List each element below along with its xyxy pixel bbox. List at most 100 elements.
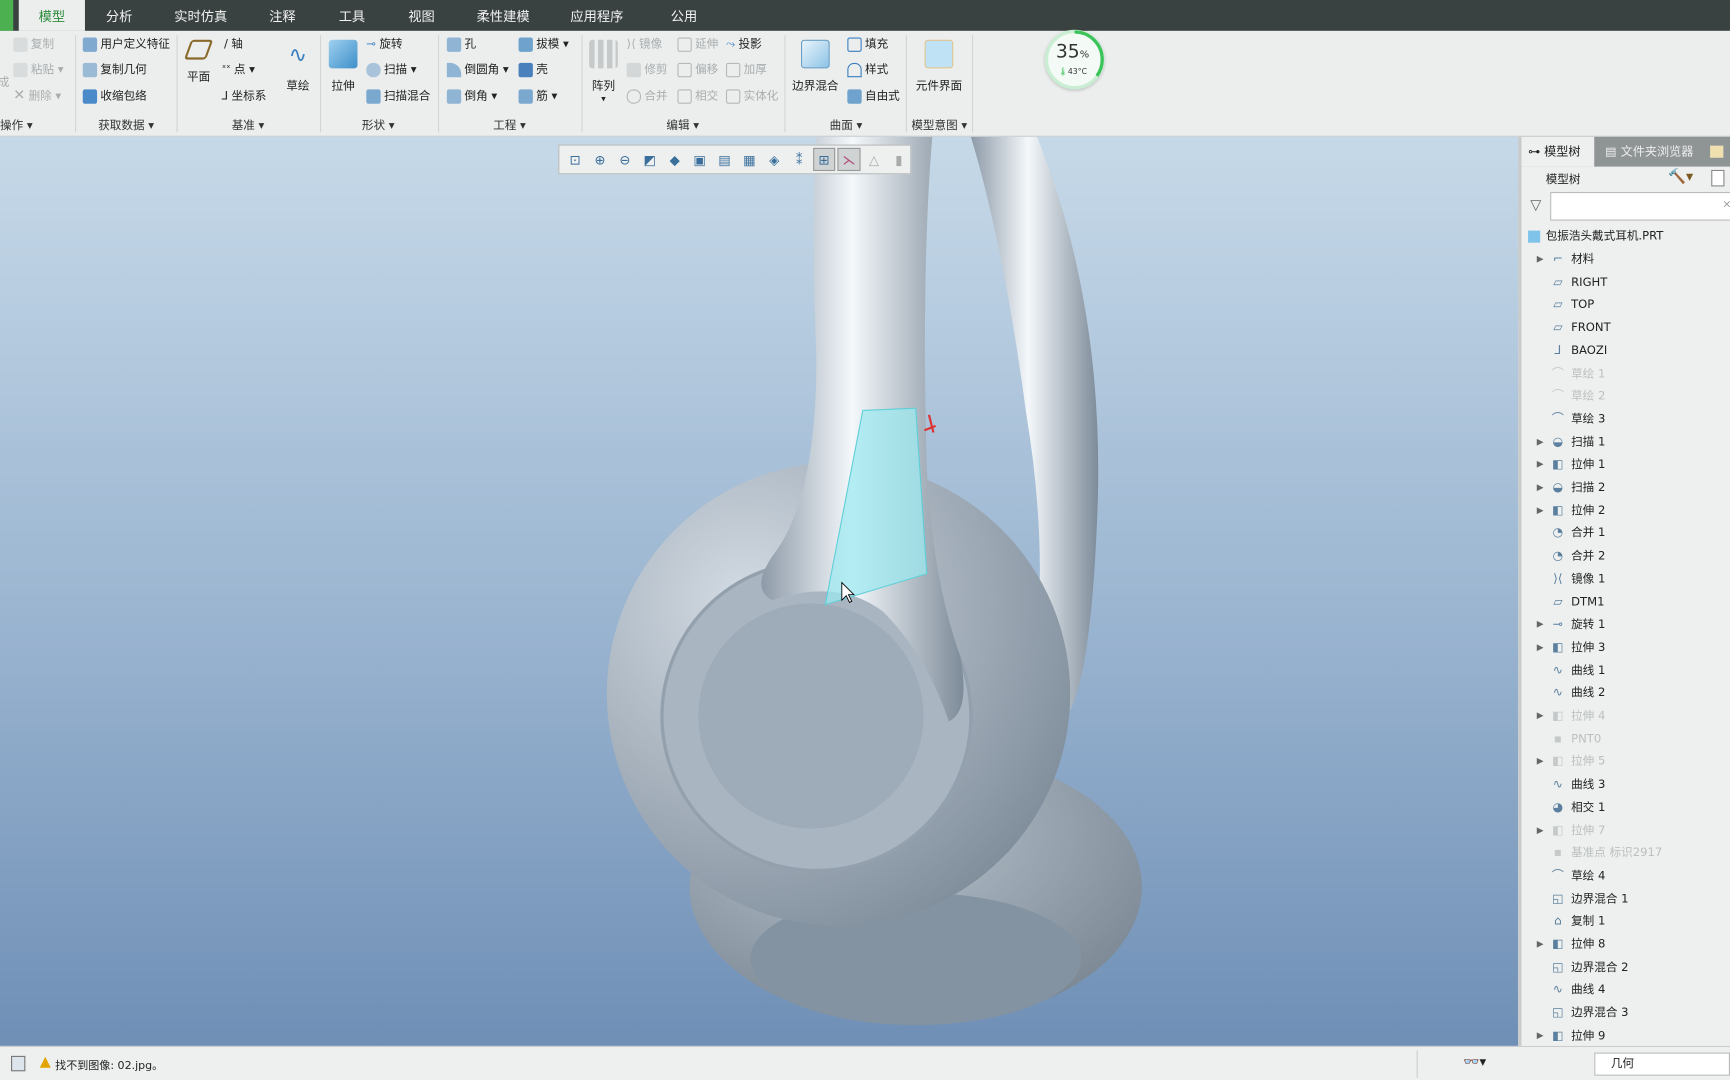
tree-item[interactable]: ⌒ 草绘 2 [1530, 385, 1606, 407]
udf-button[interactable]: 用户定义特征 [82, 33, 170, 55]
tree-item[interactable]: ▶ ⌐ 材料 [1530, 248, 1594, 270]
delete-button[interactable]: ✕ 删除 ▾ [13, 85, 61, 107]
project-button[interactable]: ⤳ 投影 [726, 33, 762, 55]
headphone-model[interactable] [0, 136, 1518, 1046]
tree-item[interactable]: ▪ 基准点 标识2917 [1530, 842, 1662, 864]
expand-arrow-icon[interactable]: ▶ [1530, 499, 1550, 521]
zoom-out-icon[interactable]: ⊖ [614, 148, 637, 171]
display-style-icon[interactable]: ◆ [663, 148, 686, 171]
tree-item[interactable]: ∿ 曲线 2 [1530, 682, 1606, 704]
tree-item[interactable]: ▶ ◧ 拉伸 5 [1530, 751, 1606, 773]
tree-item[interactable]: ▶ ◒ 扫描 2 [1530, 477, 1606, 499]
message-log-icon[interactable] [11, 1055, 26, 1072]
group-datum-label[interactable]: 基准 ▾ [232, 117, 265, 134]
shrinkwrap-button[interactable]: 收缩包络 [82, 85, 147, 107]
view-manager-icon[interactable]: ▤ [713, 148, 736, 171]
copy-button[interactable]: 复制 [13, 33, 54, 55]
shell-button[interactable]: 壳 [518, 58, 548, 80]
group-engineering-label[interactable]: 工程 ▾ [493, 117, 526, 134]
show-menu-icon[interactable] [1711, 169, 1725, 187]
copy-geometry-button[interactable]: 复制几何 [82, 58, 147, 80]
rib-button[interactable]: 筋 ▾ [518, 85, 557, 107]
spin-center-icon[interactable]: ⋋ [837, 147, 861, 172]
3d-viewport[interactable] [0, 136, 1519, 1046]
annotation-display-icon[interactable]: ⊞ [812, 147, 836, 172]
expand-arrow-icon[interactable]: ▶ [1530, 431, 1550, 453]
tree-item[interactable]: ▶ ⊸ 旋转 1 [1530, 614, 1606, 636]
tab-tools[interactable]: 工具 [330, 0, 374, 31]
tree-root[interactable]: 包振浩头戴式耳机.PRT [1528, 225, 1663, 247]
tree-item[interactable]: ▶ ◧ 拉伸 7 [1530, 819, 1606, 841]
draft-button[interactable]: 拔模 ▾ [518, 33, 569, 55]
tab-view[interactable]: 视图 [399, 0, 443, 31]
find-icon[interactable]: 👓▾ [1463, 1054, 1486, 1069]
round-button[interactable]: 倒圆角 ▾ [446, 58, 509, 80]
tree-item[interactable]: ⟩⟨ 镜像 1 [1530, 568, 1605, 590]
display-settings-icon[interactable]: ▮ [888, 148, 911, 171]
revolve-button[interactable]: ⊸ 旋转 [366, 33, 402, 55]
tree-item[interactable]: ▶ ◧ 拉伸 9 [1530, 1025, 1606, 1047]
intersect-button[interactable]: 相交 [677, 85, 718, 107]
tab-model-tree[interactable]: ⊶ 模型树 [1521, 136, 1595, 167]
expand-arrow-icon[interactable]: ▶ [1530, 751, 1550, 773]
tree-item[interactable]: ▶ ◧ 拉伸 4 [1530, 705, 1606, 727]
tree-item[interactable]: ⅃ BAOZI [1530, 340, 1607, 362]
tree-item[interactable]: ▶ ◒ 扫描 1 [1530, 431, 1606, 453]
selection-filter-dropdown[interactable]: 几何 [1594, 1052, 1730, 1076]
tab-applications[interactable]: 应用程序 [564, 0, 630, 31]
expand-arrow-icon[interactable]: ▶ [1530, 477, 1550, 499]
expand-arrow-icon[interactable]: ▶ [1530, 819, 1550, 841]
swept-blend-button[interactable]: 扫描混合 [366, 85, 430, 107]
thicken-button[interactable]: 加厚 [725, 58, 767, 80]
expand-arrow-icon[interactable]: ▶ [1530, 1025, 1550, 1047]
tree-item[interactable]: ⌂ 复制 1 [1530, 911, 1605, 933]
chamfer-button[interactable]: 倒角 ▾ [446, 85, 497, 107]
group-operations-label[interactable]: 操作 ▾ [0, 117, 33, 134]
tree-item[interactable]: ∿ 曲线 4 [1530, 979, 1606, 1001]
mirror-button[interactable]: ⟩⟨ 镜像 [627, 33, 663, 55]
tree-item[interactable]: ▶ ◧ 拉伸 1 [1530, 454, 1606, 476]
saved-orientations-icon[interactable]: ▣ [688, 148, 711, 171]
extend-button[interactable]: 延伸 [677, 33, 718, 55]
tree-item[interactable]: ▱ DTM1 [1530, 591, 1604, 613]
tab-folder-browser[interactable]: ▤ 文件夹浏览器 [1599, 137, 1698, 167]
clear-filter-icon[interactable]: × [1722, 199, 1730, 211]
style-button[interactable]: 样式 [847, 58, 888, 80]
expand-arrow-icon[interactable]: ▶ [1530, 248, 1550, 270]
group-shapes-label[interactable]: 形状 ▾ [362, 117, 395, 134]
tree-settings-icon[interactable]: 🔨▾ [1668, 169, 1693, 186]
expand-arrow-icon[interactable]: ▶ [1530, 933, 1550, 955]
tree-item[interactable]: ▱ RIGHT [1530, 271, 1607, 293]
performance-monitor-widget[interactable]: 35% 🌡43°C [1044, 29, 1105, 90]
group-get-data-label[interactable]: 获取数据 ▾ [98, 117, 154, 134]
perspective-icon[interactable]: ▦ [738, 148, 761, 171]
expand-arrow-icon[interactable]: ▶ [1530, 454, 1550, 476]
file-menu-button[interactable] [0, 0, 14, 31]
axis-button[interactable]: / 轴 [224, 33, 243, 55]
tree-item[interactable]: ◱ 边界混合 3 [1530, 1002, 1628, 1024]
tree-item[interactable]: ◱ 边界混合 2 [1530, 956, 1628, 978]
appearance-icon[interactable]: △ [863, 148, 886, 171]
sketch-button[interactable]: ∿ 草绘 [276, 33, 320, 94]
tree-item[interactable]: ⌒ 草绘 4 [1530, 865, 1606, 887]
point-button[interactable]: ˣˣ 点 ▾ [222, 58, 255, 80]
tab-common[interactable]: 公用 [662, 0, 706, 31]
zoom-in-icon[interactable]: ⊕ [589, 148, 612, 171]
hole-button[interactable]: 孔 [446, 33, 476, 55]
tab-annotate[interactable]: 注释 [260, 0, 304, 31]
tree-item[interactable]: ◔ 合并 2 [1530, 545, 1606, 567]
tree-item[interactable]: ∿ 曲线 1 [1530, 659, 1606, 681]
favorites-tab-icon[interactable] [1710, 145, 1724, 158]
plane-button[interactable]: 平面 [177, 33, 221, 85]
refit-icon[interactable]: ⊡ [564, 148, 587, 171]
datum-display-icon[interactable]: ⁑ [788, 148, 811, 171]
csys-button[interactable]: ⅃ 坐标系 [222, 85, 267, 107]
expand-arrow-icon[interactable]: ▶ [1530, 636, 1550, 658]
solidify-button[interactable]: 实体化 [725, 85, 778, 107]
tree-item[interactable]: ▱ FRONT [1530, 317, 1610, 339]
tree-item[interactable]: ▶ ◧ 拉伸 8 [1530, 933, 1606, 955]
boundary-blend-button[interactable]: 边界混合 [790, 33, 841, 94]
repaint-icon[interactable]: ◩ [638, 148, 661, 171]
tree-item[interactable]: ▱ TOP [1530, 294, 1594, 316]
extrude-button[interactable]: 拉伸 [321, 33, 365, 94]
